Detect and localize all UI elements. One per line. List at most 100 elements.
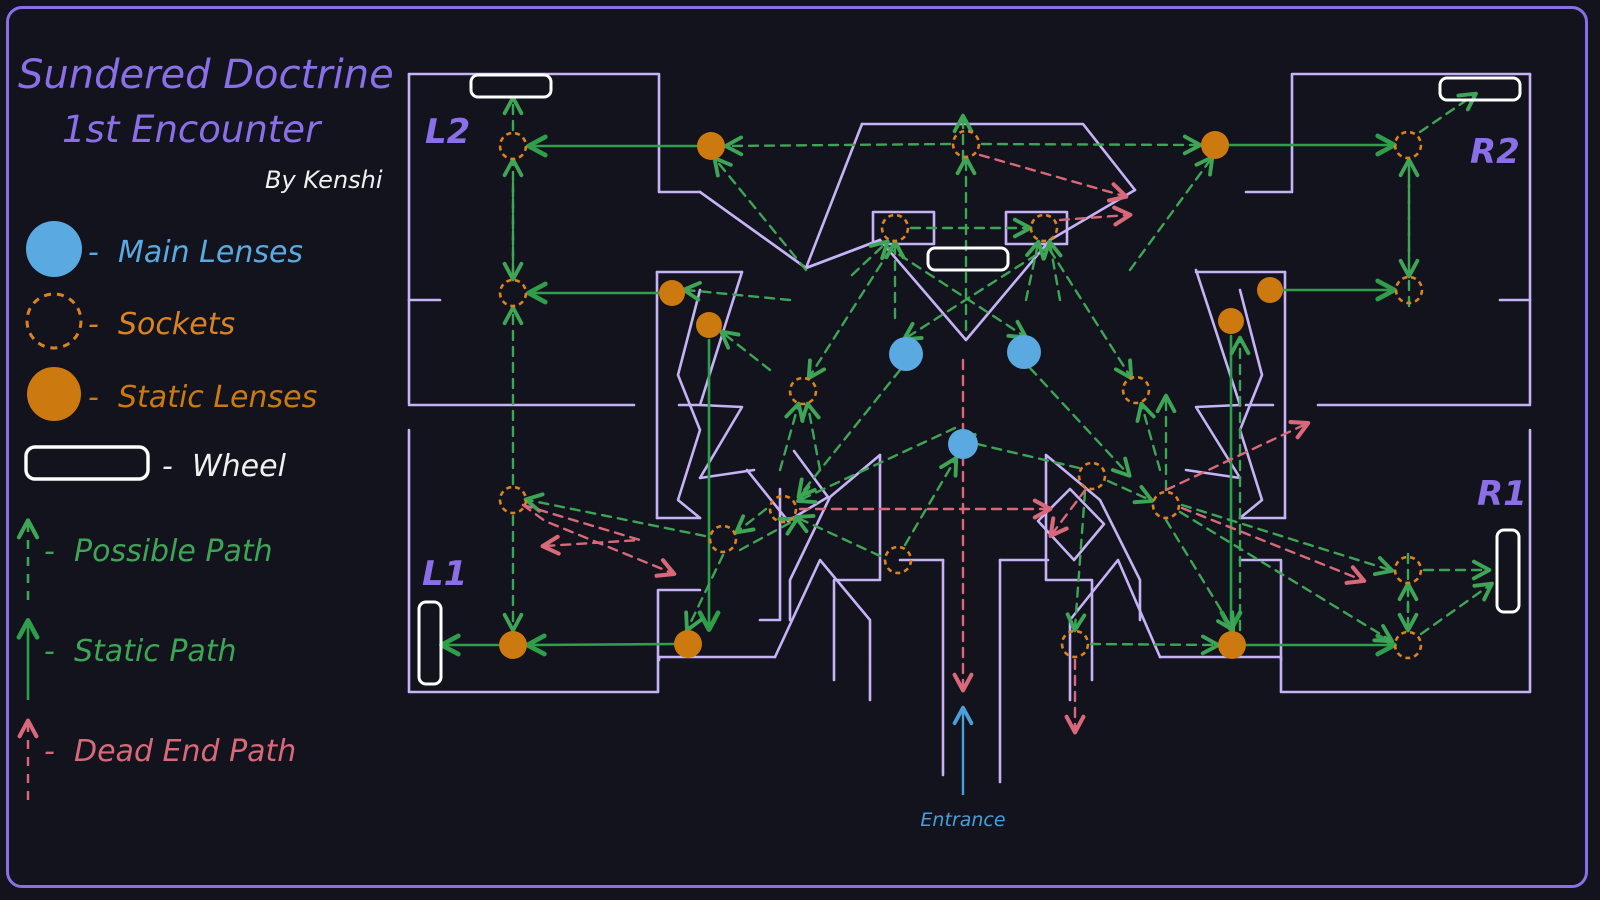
wall-right-diag-b — [1048, 188, 1137, 242]
wall-peak-right — [1158, 655, 1283, 662]
pp-rightc-out — [1106, 479, 1155, 505]
static-lens-l1-b — [674, 630, 702, 658]
wheel-r1 — [1495, 528, 1521, 614]
pp-right-low-out — [1178, 510, 1394, 644]
static-lens-r1-a — [1218, 631, 1246, 659]
room-labels: L2 R2 L1 R1 — [422, 112, 1527, 594]
pp-mr-to-mainlens — [884, 244, 1028, 340]
pp-left-mid-in — [681, 280, 792, 302]
static-lens-l-mid2 — [696, 312, 722, 338]
main-lenses — [889, 335, 1041, 459]
diagram-page: L2 R2 L1 R1 Entrance Sundered Doctrine 1… — [0, 0, 1600, 900]
pp-top-left-in — [723, 135, 952, 157]
legend-paths: - Possible Path - Static Path - Dead End… — [16, 518, 296, 800]
socket-low-left2 — [708, 524, 738, 554]
static-lens-r-mid — [1257, 277, 1283, 303]
title-block: Sundered Doctrine 1st Encounter By Kensh… — [18, 52, 394, 194]
socket-r2-top — [1393, 130, 1423, 160]
wall-peak-left — [657, 655, 777, 662]
dep-center-top-right — [978, 153, 1129, 203]
pp-mid-right-up — [1135, 401, 1162, 472]
room-label-r1: R1 — [1477, 474, 1527, 514]
static-paths — [439, 133, 1397, 657]
legend-main-lenses-label: Main Lenses — [118, 235, 303, 270]
room-label-l2: L2 — [425, 112, 470, 152]
dep-low-mid — [1048, 487, 1088, 538]
page-title-line2: 1st Encounter — [62, 108, 323, 151]
pp-left-mid2-in — [719, 329, 772, 372]
room-label-r2: R2 — [1470, 132, 1520, 172]
pp-r2static-up — [1128, 155, 1215, 272]
pp-mid-left-up2 — [800, 401, 822, 472]
static-lens-l2-top — [697, 132, 725, 160]
map-canvas: L2 R2 L1 R1 Entrance Sundered Doctrine 1… — [16, 52, 1532, 831]
legend-possible-path-dash: - — [44, 534, 55, 569]
main-lens-left — [889, 337, 923, 371]
byline: By Kenshi — [265, 166, 383, 194]
pp-top-right-out — [980, 134, 1203, 156]
map-walls — [407, 72, 1532, 784]
pp-low-c-down — [903, 456, 959, 547]
socket-center-right — [1029, 213, 1059, 243]
wall-center-trap — [860, 122, 1137, 192]
pp-r1-low-wheel — [1419, 581, 1494, 636]
page-title-line1: Sundered Doctrine — [18, 52, 394, 98]
legend-dead-end-path-dash: - — [44, 734, 55, 769]
wheel-l1 — [417, 600, 443, 686]
dep-low-left-b — [521, 503, 641, 556]
socket-center-left — [880, 213, 910, 243]
pp-mid-left-down — [806, 248, 892, 380]
main-lens-right — [1007, 335, 1041, 369]
static-lens-l-mid — [659, 280, 685, 306]
legend-dead-end-path-label: Dead End Path — [74, 734, 296, 769]
legend-static-lens-icon — [27, 367, 81, 421]
legend-sockets-dash: - — [88, 307, 99, 342]
legend-main-lenses-dash: - — [88, 235, 99, 270]
pp-mid-left-up — [778, 401, 805, 472]
legend-sockets-label: Sockets — [118, 307, 235, 342]
legend-socket-icon — [25, 292, 83, 350]
legend-possible-path-label: Possible Path — [74, 534, 273, 569]
legend-static-lenses-label: Static Lenses — [118, 380, 317, 415]
legend-wheel-dash: - — [162, 449, 173, 484]
legend-static-path-dash: - — [44, 634, 55, 669]
pp-mid-right-down — [1048, 248, 1134, 380]
static-lens-r-mid2 — [1218, 308, 1244, 334]
static-lens-r2-top — [1201, 131, 1229, 159]
pp-bottom-right-socket-down — [1164, 518, 1236, 632]
room-label-l1: L1 — [422, 554, 467, 594]
static-lens-l1-a — [499, 631, 527, 659]
socket-low-left — [768, 494, 798, 524]
legend-static-lenses-dash: - — [88, 380, 99, 415]
socket-l2-top — [498, 131, 528, 161]
static-path-l1-a — [525, 633, 677, 657]
legend-symbols: - Main Lenses - Sockets - Static Lenses … — [24, 221, 317, 484]
legend-static-path-label: Static Path — [74, 634, 237, 669]
wall-lower-right-slant — [1036, 487, 1106, 562]
socket-l2-mid — [498, 278, 528, 308]
wheel-l2 — [469, 73, 553, 99]
entrance-label: Entrance — [920, 809, 1005, 831]
wheel-center — [926, 246, 1010, 272]
wheels — [417, 73, 1522, 686]
wall-r1-room — [1238, 428, 1532, 694]
socket-mid-right — [1121, 375, 1151, 405]
dep-low-left-a — [521, 503, 677, 578]
socket-l-low — [498, 485, 528, 515]
pp-bottom-left-socket-down — [684, 553, 725, 633]
socket-r1-low — [1393, 630, 1423, 660]
wall-lower-left-slant — [745, 449, 830, 523]
pp-low-left-up — [738, 516, 800, 552]
wheel-r2 — [1438, 76, 1522, 102]
socket-mid-left — [788, 376, 818, 406]
legend-wheel-icon — [24, 445, 150, 481]
static-lenses — [499, 131, 1283, 659]
legend-main-lens-icon — [26, 221, 82, 277]
socket-low-right2 — [1151, 490, 1181, 520]
main-lens-center — [948, 429, 978, 459]
socket-low-rightc — [1077, 461, 1107, 491]
wall-upper-left-small — [804, 238, 882, 270]
pp-mainlens-c-down — [795, 426, 957, 504]
pp-cbox-r-up1 — [1024, 239, 1046, 302]
legend-wheel-label: Wheel — [192, 449, 287, 484]
